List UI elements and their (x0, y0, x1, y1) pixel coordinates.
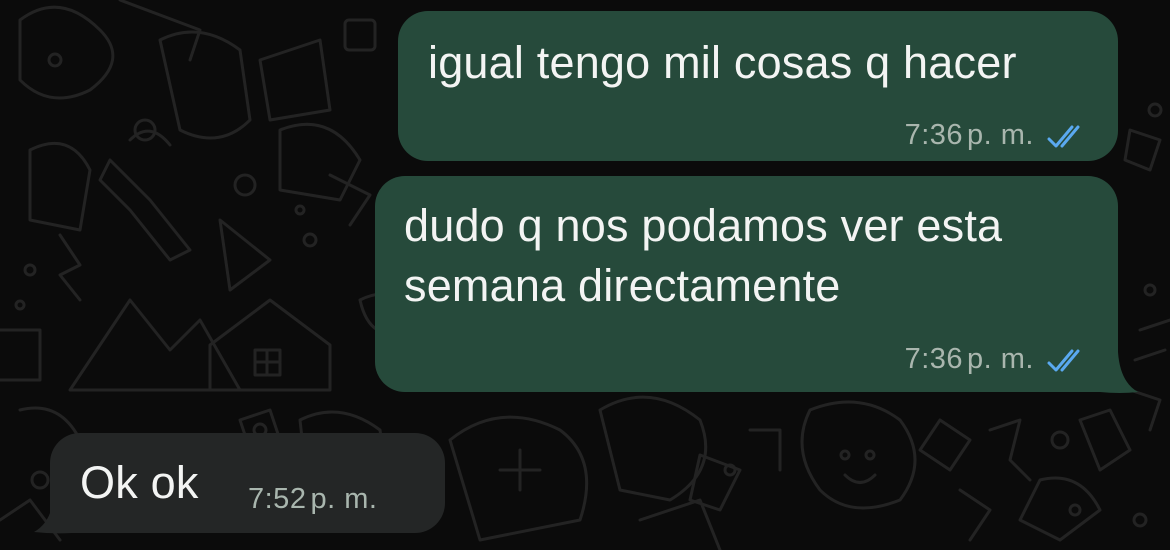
message-time-period: p. m. (967, 343, 1034, 375)
message-meta: 7:52 p. m. (248, 483, 377, 516)
message-time-period: p. m. (967, 119, 1034, 151)
message-bubble-outgoing[interactable]: igual tengo mil cosas q hacer 7:36 p. m. (398, 11, 1118, 161)
message-meta: 7:36 p. m. (905, 119, 1088, 152)
message-bubble-outgoing[interactable]: dudo q nos podamos ver esta semana direc… (375, 176, 1118, 392)
message-time-period: p. m. (310, 483, 378, 515)
message-time: 7:52 (248, 483, 307, 515)
message-bubble-incoming[interactable]: Ok ok 7:52 p. m. (50, 433, 445, 533)
message-time: 7:36 (904, 343, 964, 375)
double-check-icon (1047, 349, 1080, 371)
message-text: Ok ok (80, 457, 199, 508)
message-time: 7:36 (904, 119, 964, 151)
bubble-tail-incoming (34, 494, 72, 534)
double-check-icon (1047, 125, 1080, 147)
message-text: igual tengo mil cosas q hacer (428, 37, 1017, 88)
message-meta: 7:36 p. m. (905, 343, 1088, 376)
message-text: dudo q nos podamos ver esta semana direc… (404, 200, 1003, 311)
bubble-tail-outgoing (1100, 352, 1138, 393)
